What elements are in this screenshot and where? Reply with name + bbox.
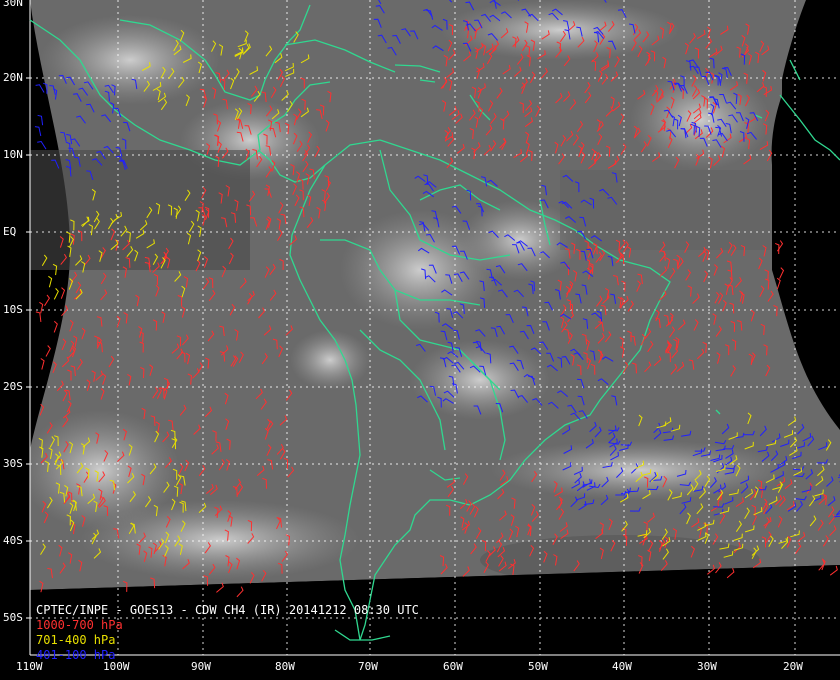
lat-label-40s: 40S <box>3 534 23 547</box>
lat-label-30n: 30N <box>3 0 23 9</box>
satellite-map <box>0 0 840 680</box>
wind-barb-low <box>779 267 785 279</box>
lat-label-eq: EQ <box>3 225 17 238</box>
wind-barb-low <box>775 242 780 255</box>
wind-barb-low <box>776 240 784 252</box>
lat-label-20n: 20N <box>3 71 23 84</box>
lat-label-10n: 10N <box>3 148 23 161</box>
lon-label-60w: 60W <box>443 660 463 673</box>
legend-mid-level: 701-400 hPa <box>36 633 116 647</box>
lon-label-30w: 30W <box>697 660 717 673</box>
lat-label-50s: 50S <box>3 611 23 624</box>
lon-label-50w: 50W <box>528 660 548 673</box>
lat-label-10s: 10S <box>3 303 23 316</box>
lat-label-30s: 30S <box>3 457 23 470</box>
wind-barb-low <box>776 277 781 290</box>
lat-label-20s: 20S <box>3 380 23 393</box>
legend-high-level: 401-100 hPa <box>36 648 116 662</box>
caption-title: CPTEC/INPE - GOES13 - CDW CH4 (IR) 20141… <box>36 603 419 617</box>
lon-label-20w: 20W <box>783 660 803 673</box>
map-caption: CPTEC/INPE - GOES13 - CDW CH4 (IR) 20141… <box>36 603 419 663</box>
lon-label-40w: 40W <box>612 660 632 673</box>
legend-low-level: 1000-700 hPa <box>36 618 123 632</box>
